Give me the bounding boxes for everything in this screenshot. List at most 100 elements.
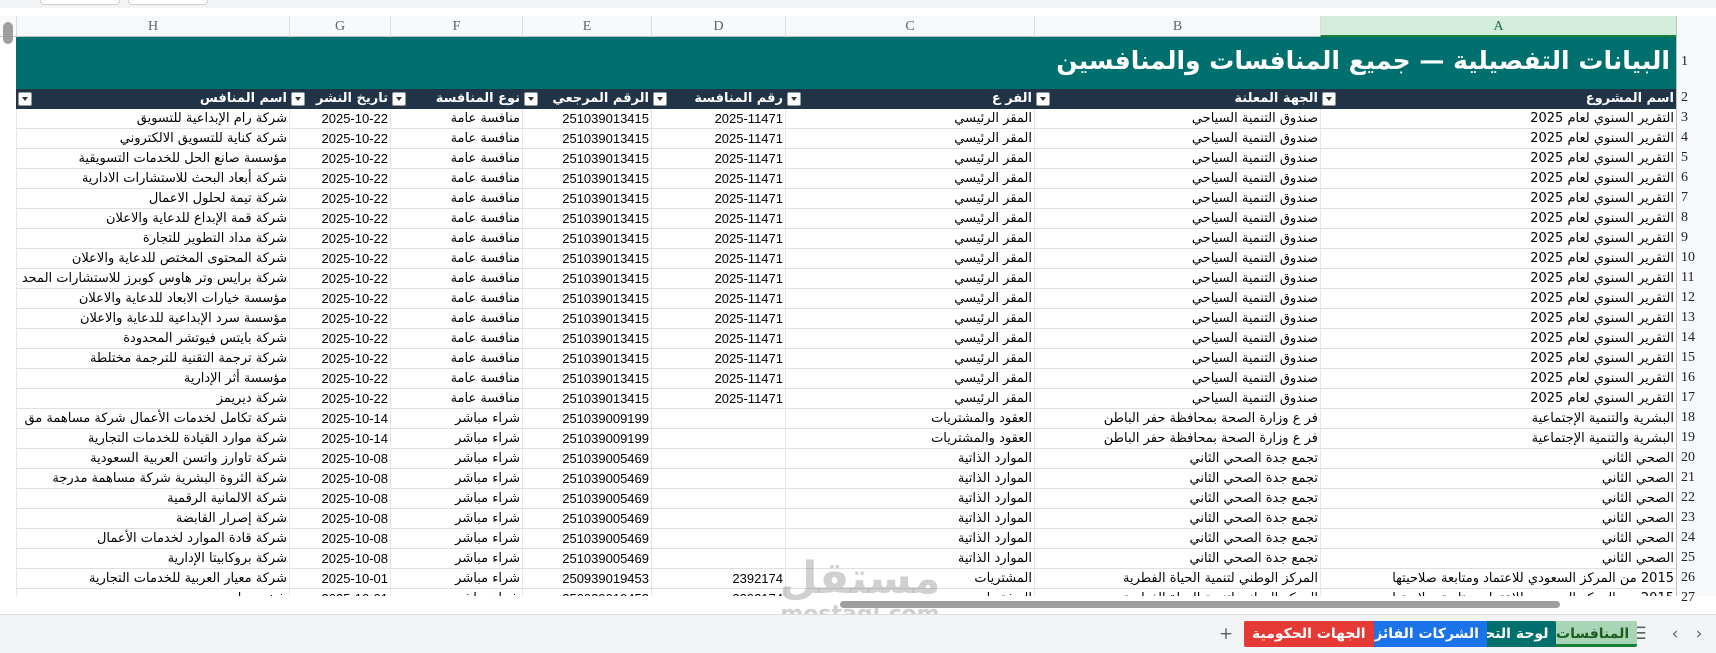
cell-c[interactable]: المقر الرئيسي (785, 349, 1034, 369)
cell-f[interactable]: منافسة عامة (390, 329, 522, 349)
cell-d[interactable]: 2025-11471 (651, 209, 785, 229)
next-sheet-icon[interactable]: › (1688, 623, 1710, 645)
row-number[interactable]: 23 (1677, 510, 1716, 526)
cell-h[interactable]: شركة الالمانية الرقمية (16, 489, 289, 509)
cell-f[interactable]: منافسة عامة (390, 229, 522, 249)
cell-g[interactable]: 2025-10-01 (289, 569, 390, 589)
cell-g[interactable]: 2025-10-14 (289, 429, 390, 449)
cell-g[interactable]: 2025-10-22 (289, 309, 390, 329)
cell-g[interactable]: 2025-10-14 (289, 409, 390, 429)
header-cell-g[interactable]: تاريخ النشر (307, 89, 390, 109)
row-number[interactable]: 20 (1677, 450, 1716, 466)
cell-d[interactable] (651, 449, 785, 469)
cell-a[interactable]: الصحي الثاني (1320, 549, 1676, 569)
cell-b[interactable]: صندوق التنمية السياحي (1034, 149, 1320, 169)
row-number[interactable]: 25 (1677, 550, 1716, 566)
cell-e[interactable]: 251039005469 (522, 449, 651, 469)
cell-b[interactable]: تجمع جدة الصحي الثاني (1034, 549, 1320, 569)
cell-e[interactable]: 251039013415 (522, 149, 651, 169)
cell-f[interactable]: منافسة عامة (390, 389, 522, 409)
cell-f[interactable]: شراء مباشر (390, 449, 522, 469)
cell-c[interactable]: المقر الرئيسي (785, 189, 1034, 209)
cell-a[interactable]: الصحي الثاني (1320, 529, 1676, 549)
cell-h[interactable]: شركة تيمة لحلول الاعمال (16, 189, 289, 209)
header-cell-d[interactable]: رقم المنافسة (669, 89, 785, 109)
cell-h[interactable]: شركة قمة الإبداع للدعاية والاعلان (16, 209, 289, 229)
cell-e[interactable]: 251039013415 (522, 389, 651, 409)
cell-g[interactable]: 2025-10-08 (289, 449, 390, 469)
cell-g[interactable]: 2025-10-01 (289, 589, 390, 596)
cell-h[interactable]: شركة المحتوى المختص للدعاية والاعلان (16, 249, 289, 269)
cell-e[interactable]: 251039005469 (522, 469, 651, 489)
cell-g[interactable]: 2025-10-22 (289, 369, 390, 389)
cell-c[interactable]: الموارد الذاتية (785, 529, 1034, 549)
cell-g[interactable]: 2025-10-22 (289, 109, 390, 129)
cell-g[interactable]: 2025-10-22 (289, 189, 390, 209)
cell-h[interactable]: شركة كناية للتسويق الالكتروني (16, 129, 289, 149)
cell-b[interactable]: تجمع جدة الصحي الثاني (1034, 509, 1320, 529)
cell-g[interactable]: 2025-10-08 (289, 489, 390, 509)
cell-h[interactable]: شركة أبعاد البحث للاستشارات الادارية (16, 169, 289, 189)
cell-h[interactable]: شركة ترجمة التقنية للترجمة مختلطة (16, 349, 289, 369)
cell-a[interactable]: الصحي الثاني (1320, 469, 1676, 489)
cell-b[interactable]: صندوق التنمية السياحي (1034, 289, 1320, 309)
cell-d[interactable]: 2392174 (651, 589, 785, 596)
cell-d[interactable] (651, 409, 785, 429)
row-number[interactable]: 13 (1677, 310, 1716, 326)
cell-g[interactable]: 2025-10-22 (289, 249, 390, 269)
title-band[interactable]: البيانات التفصيلية — جميع المنافسات والم… (16, 37, 1676, 89)
cell-f[interactable]: منافسة عامة (390, 289, 522, 309)
cell-f[interactable]: منافسة عامة (390, 149, 522, 169)
cell-a[interactable]: التقرير السنوي لعام 2025 (1320, 129, 1676, 149)
row-number[interactable]: 6 (1677, 170, 1716, 186)
cell-b[interactable]: تجمع جدة الصحي الثاني (1034, 449, 1320, 469)
cell-b[interactable]: المركز الوطني لتنمية الحياة الفطرية (1034, 569, 1320, 589)
cell-f[interactable]: منافسة عامة (390, 349, 522, 369)
cell-h[interactable]: شركة الثروة البشرية شركة مساهمة مدرجة (16, 469, 289, 489)
cell-e[interactable]: 251039005469 (522, 489, 651, 509)
cell-g[interactable]: 2025-10-22 (289, 149, 390, 169)
cell-g[interactable]: 2025-10-22 (289, 389, 390, 409)
filter-dropdown-icon[interactable] (787, 92, 801, 106)
cell-b[interactable]: صندوق التنمية السياحي (1034, 349, 1320, 369)
cell-c[interactable]: المقر الرئيسي (785, 389, 1034, 409)
cell-a[interactable]: الصحي الثاني (1320, 449, 1676, 469)
cell-b[interactable]: صندوق التنمية السياحي (1034, 369, 1320, 389)
cell-h[interactable]: شركة برايس وتر هاوس كوبرز للاستشارات الم… (16, 269, 289, 289)
cell-f[interactable]: شراء مباشر (390, 429, 522, 449)
add-sheet-icon[interactable]: + (1215, 623, 1237, 645)
filter-dropdown-icon[interactable] (524, 92, 538, 106)
cell-e[interactable]: 251039013415 (522, 249, 651, 269)
cell-d[interactable]: 2025-11471 (651, 389, 785, 409)
cell-b[interactable]: تجمع جدة الصحي الثاني (1034, 529, 1320, 549)
cell-a[interactable]: الصحي الثاني (1320, 489, 1676, 509)
cell-d[interactable]: 2025-11471 (651, 309, 785, 329)
cell-c[interactable]: المقر الرئيسي (785, 269, 1034, 289)
cell-g[interactable]: 2025-10-22 (289, 209, 390, 229)
cell-b[interactable]: تجمع جدة الصحي الثاني (1034, 489, 1320, 509)
cell-c[interactable]: الموارد الذاتية (785, 509, 1034, 529)
cell-g[interactable]: 2025-10-08 (289, 509, 390, 529)
cell-a[interactable]: التقرير السنوي لعام 2025 (1320, 329, 1676, 349)
cell-e[interactable]: 251039013415 (522, 289, 651, 309)
row-number[interactable]: 3 (1677, 110, 1716, 126)
cell-d[interactable] (651, 529, 785, 549)
cell-b[interactable]: صندوق التنمية السياحي (1034, 389, 1320, 409)
row-number[interactable]: 2 (1677, 90, 1716, 106)
cell-c[interactable]: العقود والمشتريات (785, 429, 1034, 449)
cell-f[interactable]: منافسة عامة (390, 209, 522, 229)
row-number[interactable]: 15 (1677, 350, 1716, 366)
header-cell-a[interactable]: اسم المشروع (1338, 89, 1676, 109)
cell-c[interactable]: الموارد الذاتية (785, 489, 1034, 509)
cell-g[interactable]: 2025-10-08 (289, 549, 390, 569)
cell-a[interactable]: التقرير السنوي لعام 2025 (1320, 209, 1676, 229)
cell-a[interactable]: التقرير السنوي لعام 2025 (1320, 149, 1676, 169)
cell-a[interactable]: التقرير السنوي لعام 2025 (1320, 269, 1676, 289)
cell-a[interactable]: التقرير السنوي لعام 2025 (1320, 249, 1676, 269)
cell-b[interactable]: صندوق التنمية السياحي (1034, 309, 1320, 329)
horizontal-scrollbar-thumb[interactable] (840, 601, 1560, 608)
cell-b[interactable]: فر ع وزارة الصحة بمحافظة حفر الباطن (1034, 409, 1320, 429)
cell-h[interactable]: مؤسسة صانع الحل للخدمات التسويقية (16, 149, 289, 169)
cell-d[interactable]: 2025-11471 (651, 169, 785, 189)
cell-h[interactable]: مؤسسة سرد الإبداعية للدعاية والاعلان (16, 309, 289, 329)
